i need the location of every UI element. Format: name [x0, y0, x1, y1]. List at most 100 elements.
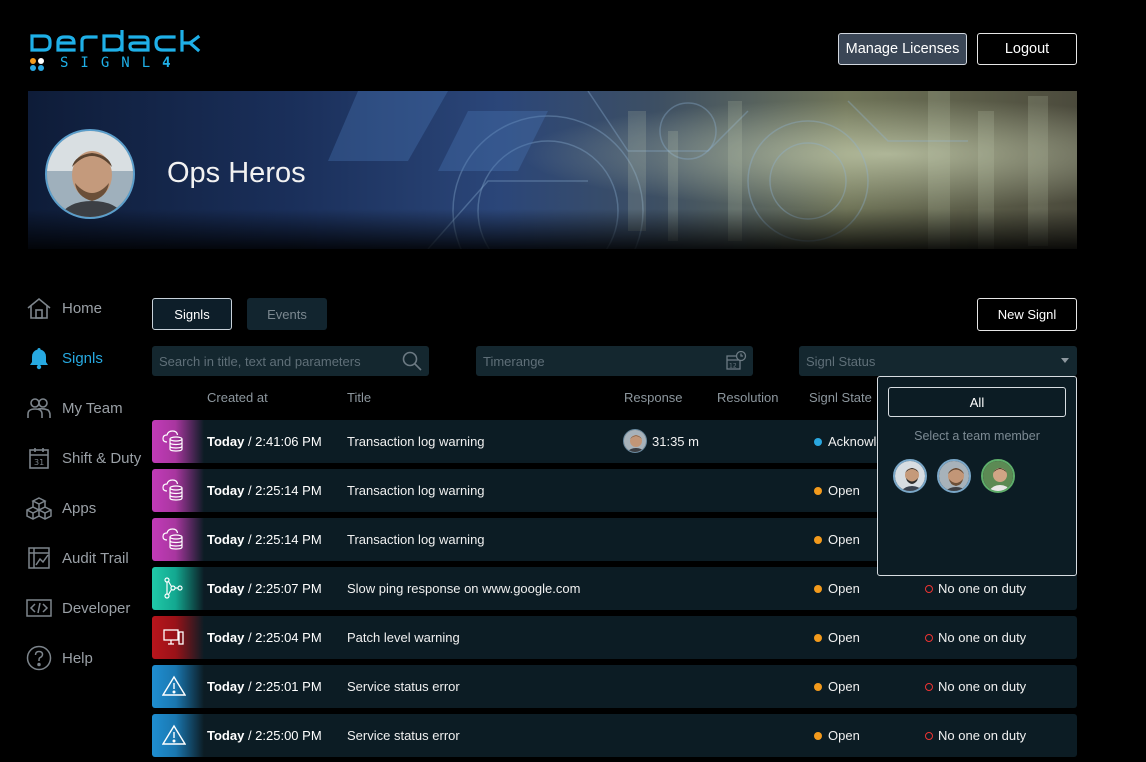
team-name: Ops Heros — [167, 157, 306, 189]
created-at-cell: Today / 2:25:01 PM — [207, 679, 322, 694]
signl-state-cell: Open — [814, 581, 860, 596]
title-cell: Transaction log warning — [347, 434, 485, 449]
created-time: / 2:25:01 PM — [244, 679, 322, 694]
on-duty-label: No one on duty — [938, 581, 1027, 596]
no-duty-ring-icon — [925, 584, 933, 593]
status-dot-icon — [814, 633, 822, 642]
search-input[interactable] — [159, 353, 389, 369]
sidebar-item-shift-duty[interactable]: 31 Shift & Duty — [25, 440, 150, 476]
computer-icon — [152, 616, 204, 659]
audit-chart-icon — [25, 544, 53, 572]
new-signl-button[interactable]: New Signl — [977, 298, 1077, 331]
created-at-cell: Today / 2:25:07 PM — [207, 581, 322, 596]
sidebar-item-label: Home — [62, 299, 103, 317]
sidebar-item-help[interactable]: Help — [25, 640, 150, 676]
select-team-member-hint: Select a team member — [914, 429, 1040, 443]
created-day: Today — [207, 728, 245, 743]
column-resolution[interactable]: Resolution — [717, 390, 778, 405]
status-dot-icon — [814, 731, 822, 740]
on-duty-label: No one on duty — [938, 630, 1027, 645]
created-time: / 2:41:06 PM — [244, 434, 322, 449]
no-duty-ring-icon — [925, 731, 933, 740]
on-duty-label: No one on duty — [938, 728, 1027, 743]
signl-status-select[interactable]: Signl Status — [799, 346, 1077, 376]
cloud-data-icon — [152, 469, 204, 512]
column-signl-state[interactable]: Signl State — [809, 390, 872, 405]
sidebar-item-apps[interactable]: Apps — [25, 490, 150, 526]
team-member-filter-dropdown: All Select a team member — [877, 376, 1077, 576]
created-day: Today — [207, 581, 245, 596]
created-day: Today — [207, 630, 245, 645]
sidebar-item-my-team[interactable]: My Team — [25, 390, 150, 426]
signl-state-cell: Open — [814, 679, 860, 694]
sidebar-item-home[interactable]: Home — [25, 290, 150, 326]
svg-text:12: 12 — [729, 363, 737, 370]
calendar-clock-icon[interactable]: 12 — [725, 350, 747, 372]
signl-state-label: Open — [828, 581, 860, 596]
column-created-at[interactable]: Created at — [207, 390, 268, 405]
created-at-cell: Today / 2:25:14 PM — [207, 532, 322, 547]
sidebar-item-audit-trail[interactable]: Audit Trail — [25, 540, 150, 576]
tab-events[interactable]: Events — [247, 298, 327, 330]
no-duty-ring-icon — [925, 633, 933, 642]
search-icon[interactable] — [401, 350, 423, 372]
code-icon — [25, 594, 53, 622]
title-cell: Slow ping response on www.google.com — [347, 581, 581, 596]
team-avatar — [45, 129, 135, 219]
created-day: Today — [207, 532, 245, 547]
sidebar-item-developer[interactable]: Developer — [25, 590, 150, 626]
logo-subtitle-text: SIGNL — [60, 55, 163, 71]
manage-licenses-button[interactable]: Manage Licenses — [838, 33, 967, 65]
warning-triangle-icon — [152, 665, 204, 708]
team-icon — [25, 394, 53, 422]
created-day: Today — [207, 434, 245, 449]
sidebar-item-label: My Team — [62, 399, 123, 417]
sidebar-item-label: Shift & Duty — [62, 449, 142, 467]
sidebar-item-signls[interactable]: Signls — [25, 340, 150, 376]
created-time: / 2:25:04 PM — [244, 630, 322, 645]
column-response[interactable]: Response — [624, 390, 683, 405]
team-member-avatar[interactable] — [937, 459, 971, 493]
created-at-cell: Today / 2:25:00 PM — [207, 728, 322, 743]
team-avatar-photo — [47, 131, 133, 217]
table-row[interactable]: Today / 2:25:00 PM Service status error Op… — [152, 714, 1077, 757]
team-banner: Ops Heros — [28, 91, 1077, 249]
signl-state-label: Open — [828, 483, 860, 498]
help-icon — [25, 644, 53, 672]
timerange-input[interactable] — [483, 353, 713, 369]
team-member-avatar[interactable] — [981, 459, 1015, 493]
signl-status-placeholder: Signl Status — [806, 353, 876, 369]
title-cell: Transaction log warning — [347, 532, 485, 547]
sidebar-item-label: Help — [62, 649, 93, 667]
logo-version: 4 — [162, 55, 171, 71]
status-dot-icon — [814, 437, 822, 446]
signl-state-label: Open — [828, 728, 860, 743]
tab-signls[interactable]: Signls — [152, 298, 232, 330]
table-row[interactable]: Today / 2:25:04 PM Patch level warning Ope… — [152, 616, 1077, 659]
status-dot-icon — [814, 682, 822, 691]
response-cell: 31:35 m — [623, 429, 699, 453]
sidebar-item-label: Developer — [62, 599, 131, 617]
sidebar-item-label: Audit Trail — [62, 549, 129, 567]
cubes-icon — [25, 494, 53, 522]
on-duty-cell: No one on duty — [925, 581, 1026, 596]
logout-button[interactable]: Logout — [977, 33, 1077, 65]
column-title[interactable]: Title — [347, 390, 371, 405]
title-cell: Patch level warning — [347, 630, 460, 645]
created-time: / 2:25:00 PM — [244, 728, 322, 743]
cloud-data-icon — [152, 420, 204, 463]
filter-all-button[interactable]: All — [888, 387, 1066, 417]
team-member-avatar[interactable] — [893, 459, 927, 493]
on-duty-label: No one on duty — [938, 679, 1027, 694]
warning-triangle-icon — [152, 714, 204, 757]
status-dot-icon — [814, 584, 822, 593]
status-dot-icon — [814, 535, 822, 544]
network-nodes-icon — [152, 567, 204, 610]
calendar-icon: 31 — [25, 444, 53, 472]
title-cell: Service status error — [347, 679, 460, 694]
no-duty-ring-icon — [925, 682, 933, 691]
created-at-cell: Today / 2:25:14 PM — [207, 483, 322, 498]
created-day: Today — [207, 483, 245, 498]
table-row[interactable]: Today / 2:25:01 PM Service status error Op… — [152, 665, 1077, 708]
created-time: / 2:25:07 PM — [244, 581, 322, 596]
